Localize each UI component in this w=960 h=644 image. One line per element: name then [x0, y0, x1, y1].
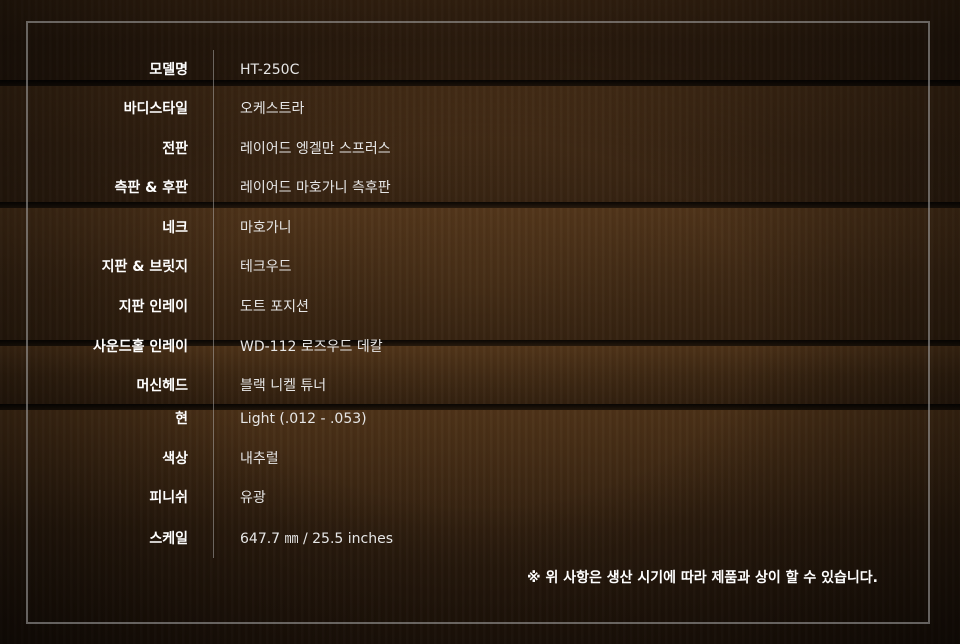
spec-label: 스케일 — [149, 531, 188, 547]
spec-label: 측판 & 후판 — [114, 180, 188, 196]
spec-row-body-style: 바디스타일 오케스트라 — [0, 97, 960, 121]
spec-value: 오케스트라 — [240, 101, 305, 117]
spec-label: 모델명 — [149, 62, 188, 78]
spec-value: Light (.012 - .053) — [240, 411, 367, 427]
spec-value: 유광 — [240, 490, 266, 506]
spec-label: 색상 — [162, 451, 188, 467]
spec-value: 마호가니 — [240, 220, 292, 236]
spec-label: 머신헤드 — [136, 378, 188, 394]
spec-row-strings: 현 Light (.012 - .053) — [0, 407, 960, 431]
spec-row-model: 모델명 HT-250C — [0, 58, 960, 82]
spec-label: 네크 — [162, 220, 188, 236]
spec-row-top: 전판 레이어드 엥겔만 스프러스 — [0, 137, 960, 161]
disclaimer-note: ※ 위 사항은 생산 시기에 따라 제품과 상이 할 수 있습니다. — [526, 570, 878, 586]
spec-row-scale: 스케일 647.7 ㎜ / 25.5 inches — [0, 527, 960, 551]
spec-value: 레이어드 엥겔만 스프러스 — [240, 141, 391, 157]
spec-value: WD-112 로즈우드 데칼 — [240, 339, 383, 355]
spec-label: 바디스타일 — [123, 101, 188, 117]
spec-value: HT-250C — [240, 62, 300, 78]
spec-label: 피니쉬 — [149, 490, 188, 506]
spec-value: 도트 포지션 — [240, 299, 309, 315]
spec-label: 전판 — [162, 141, 188, 157]
spec-row-soundhole-inlay: 사운드홀 인레이 WD-112 로즈우드 데칼 — [0, 335, 960, 359]
spec-value: 레이어드 마호가니 측후판 — [240, 180, 391, 196]
spec-row-back-sides: 측판 & 후판 레이어드 마호가니 측후판 — [0, 176, 960, 200]
spec-row-machine-heads: 머신헤드 블랙 니켈 튜너 — [0, 374, 960, 398]
spec-row-fingerboard-bridge: 지판 & 브릿지 테크우드 — [0, 255, 960, 279]
spec-label: 사운드홀 인레이 — [92, 339, 188, 355]
spec-value: 647.7 ㎜ / 25.5 inches — [240, 531, 394, 547]
spec-value: 테크우드 — [240, 259, 292, 275]
spec-row-color: 색상 내추럴 — [0, 447, 960, 471]
spec-label: 지판 & 브릿지 — [101, 259, 188, 275]
spec-value: 내추럴 — [240, 451, 279, 467]
spec-label: 지판 인레이 — [118, 299, 188, 315]
spec-row-fingerboard-inlay: 지판 인레이 도트 포지션 — [0, 295, 960, 319]
spec-row-neck: 네크 마호가니 — [0, 216, 960, 240]
spec-value: 블랙 니켈 튜너 — [240, 378, 327, 394]
spec-label: 현 — [175, 411, 188, 427]
spec-row-finish: 피니쉬 유광 — [0, 486, 960, 510]
